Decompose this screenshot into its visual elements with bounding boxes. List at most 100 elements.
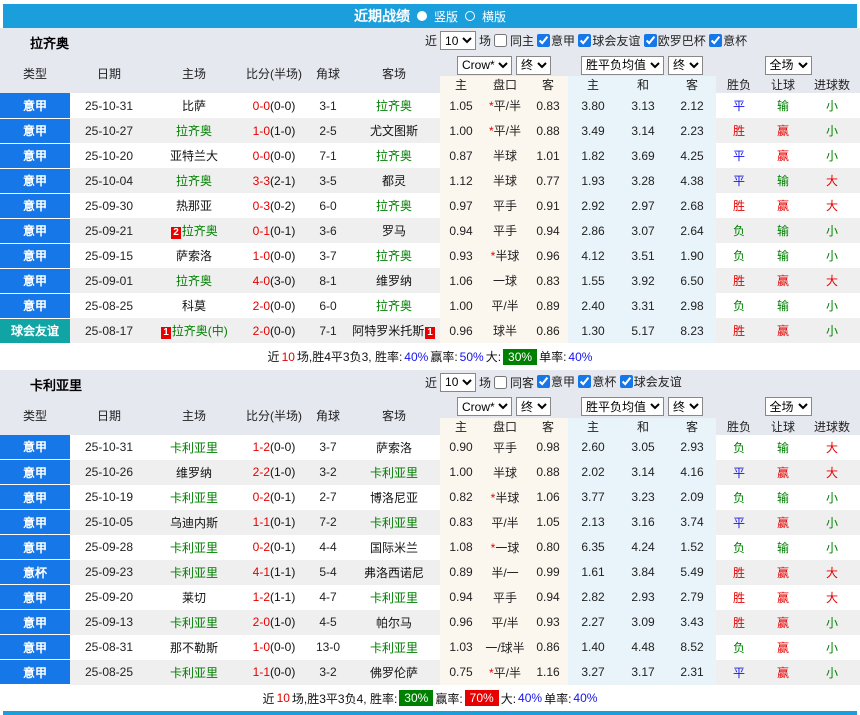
- odds-away: 0.83: [528, 93, 568, 118]
- same-side-checkbox[interactable]: [494, 34, 507, 47]
- home-team-link[interactable]: 亚特兰大: [170, 149, 218, 163]
- avg-draw: 3.31: [618, 293, 668, 318]
- table-row: 意甲 25-10-20 亚特兰大 0-0(0-0) 7-1 拉齐奥 0.87 半…: [0, 143, 860, 168]
- away-team-link[interactable]: 维罗纳: [376, 274, 412, 288]
- avg-source-select[interactable]: 胜平负均值: [581, 56, 664, 75]
- avg-draw: 5.17: [618, 318, 668, 343]
- scope-select[interactable]: 全场: [765, 56, 812, 75]
- home-team-link[interactable]: 莱切: [182, 591, 206, 605]
- home-team-link[interactable]: 卡利亚里: [170, 616, 218, 630]
- home-team-link[interactable]: 卡利亚里: [170, 566, 218, 580]
- away-team-link[interactable]: 拉齐奥: [376, 249, 412, 263]
- away-team-link[interactable]: 卡利亚里: [370, 641, 418, 655]
- recent-label: 近: [425, 374, 437, 391]
- league-checkbox[interactable]: [578, 34, 591, 47]
- match-type: 意杯: [0, 560, 70, 585]
- home-team-link[interactable]: 拉齐奥: [176, 174, 212, 188]
- home-team-link[interactable]: 比萨: [182, 99, 206, 113]
- col-handicap-result: 让球: [762, 76, 804, 93]
- league-checkbox[interactable]: [709, 34, 722, 47]
- match-count-select[interactable]: 10: [440, 31, 476, 50]
- result-handicap-cell: 赢: [762, 610, 804, 635]
- league-checkbox[interactable]: [578, 375, 591, 388]
- home-team-link[interactable]: 拉齐奥: [176, 124, 212, 138]
- home-team-cell: 维罗纳: [148, 460, 240, 485]
- horizontal-radio-label[interactable]: 横版: [482, 8, 506, 25]
- away-team-link[interactable]: 卡利亚里: [370, 516, 418, 530]
- vertical-radio-label[interactable]: 竖版: [434, 8, 458, 25]
- away-team-link[interactable]: 罗马: [382, 224, 406, 238]
- away-team-link[interactable]: 帕尔马: [376, 616, 412, 630]
- away-team-link[interactable]: 拉齐奥: [376, 149, 412, 163]
- away-team-link[interactable]: 卡利亚里: [370, 591, 418, 605]
- avg-final-select[interactable]: 终: [668, 397, 703, 416]
- away-team-link[interactable]: 阿特罗米托斯: [352, 324, 424, 338]
- home-team-link[interactable]: 拉齐奥(中): [172, 324, 228, 338]
- home-team-link[interactable]: 科莫: [182, 299, 206, 313]
- away-team-link[interactable]: 弗洛西诺尼: [364, 566, 424, 580]
- fulltime-score: 0-1: [253, 224, 270, 238]
- score-cell: 1-2(0-0): [240, 435, 308, 460]
- away-team-cell: 维罗纳: [348, 268, 440, 293]
- home-team-link[interactable]: 维罗纳: [176, 466, 212, 480]
- away-team-link[interactable]: 拉齐奥: [376, 99, 412, 113]
- league-checkbox[interactable]: [644, 34, 657, 47]
- result-handicap-cell: 输: [762, 535, 804, 560]
- odds-final-select[interactable]: 终: [516, 56, 551, 75]
- odds-final-select[interactable]: 终: [516, 397, 551, 416]
- odds-source-select[interactable]: Crow*: [457, 397, 512, 416]
- home-team-link[interactable]: 卡利亚里: [170, 541, 218, 555]
- away-team-link[interactable]: 佛罗伦萨: [370, 666, 418, 680]
- result-handicap-cell: 输: [762, 293, 804, 318]
- col-odds-home: 主: [440, 76, 482, 93]
- away-team-link[interactable]: 博洛尼亚: [370, 491, 418, 505]
- home-team-link[interactable]: 萨索洛: [176, 249, 212, 263]
- league-checkbox[interactable]: [537, 34, 550, 47]
- handicap-text: 半/一: [491, 566, 518, 580]
- home-team-link[interactable]: 拉齐奥: [176, 274, 212, 288]
- home-team-link[interactable]: 卡利亚里: [170, 491, 218, 505]
- avg-away: 3.74: [668, 510, 716, 535]
- away-team-link[interactable]: 拉齐奥: [376, 299, 412, 313]
- away-team-link[interactable]: 都灵: [382, 174, 406, 188]
- result-goals-cell: 小: [804, 610, 860, 635]
- result-handicap-cell: 赢: [762, 660, 804, 685]
- table-row: 球会友谊 25-08-17 1拉齐奥(中) 2-0(0-0) 7-1 阿特罗米托…: [0, 318, 860, 343]
- scope-select[interactable]: 全场: [765, 397, 812, 416]
- away-team-link[interactable]: 萨索洛: [376, 441, 412, 455]
- team1-summary: 近 10 场,胜4平3负3, 胜率: 40% 赢率: 50% 大: 30% 单率…: [0, 344, 860, 370]
- away-team-link[interactable]: 拉齐奥: [376, 199, 412, 213]
- fulltime-score: 2-0: [253, 615, 270, 629]
- horizontal-radio[interactable]: [465, 11, 475, 21]
- league-checkbox[interactable]: [537, 375, 550, 388]
- away-team-link[interactable]: 国际米兰: [370, 541, 418, 555]
- odds-source-select[interactable]: Crow*: [457, 56, 512, 75]
- home-team-link[interactable]: 卡利亚里: [170, 666, 218, 680]
- home-team-link[interactable]: 那不勒斯: [170, 641, 218, 655]
- home-team-link[interactable]: 拉齐奥: [182, 224, 218, 238]
- table-row: 意甲 25-10-05 乌迪内斯 1-1(0-1) 7-2 卡利亚里 0.83 …: [0, 510, 860, 535]
- avg-final-select[interactable]: 终: [668, 56, 703, 75]
- col-goals: 进球数: [804, 418, 860, 435]
- avg-draw: 4.48: [618, 635, 668, 660]
- section-title-bar: 近期战绩 竖版 横版: [3, 4, 857, 28]
- home-team-cell: 亚特兰大: [148, 143, 240, 168]
- fulltime-score: 0-2: [253, 490, 270, 504]
- result-wdl-cell: 胜: [716, 318, 762, 343]
- league-checkbox[interactable]: [620, 375, 633, 388]
- corners: 5-4: [308, 560, 348, 585]
- odds-home: 1.06: [440, 268, 482, 293]
- home-team-link[interactable]: 热那亚: [176, 199, 212, 213]
- avg-home: 2.82: [568, 585, 618, 610]
- vertical-radio[interactable]: [417, 11, 427, 21]
- avg-source-select[interactable]: 胜平负均值: [581, 397, 664, 416]
- avg-draw: 3.23: [618, 485, 668, 510]
- home-team-link[interactable]: 乌迪内斯: [170, 516, 218, 530]
- match-count-select[interactable]: 10: [440, 373, 476, 392]
- summary-segment: 近: [268, 348, 280, 365]
- avg-away: 2.64: [668, 218, 716, 243]
- away-team-link[interactable]: 卡利亚里: [370, 466, 418, 480]
- home-team-link[interactable]: 卡利亚里: [170, 441, 218, 455]
- same-side-checkbox[interactable]: [494, 376, 507, 389]
- away-team-link[interactable]: 尤文图斯: [370, 124, 418, 138]
